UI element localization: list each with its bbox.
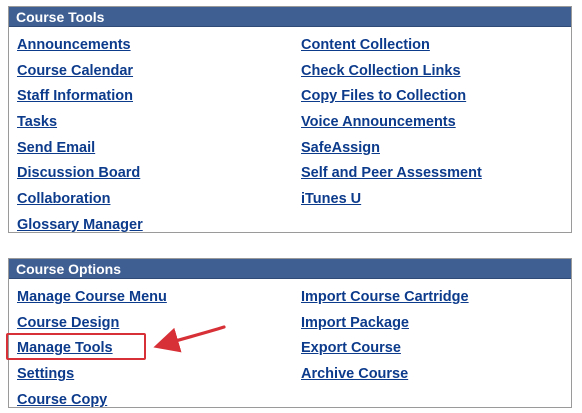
manage-tools-link[interactable]: Manage Tools	[17, 336, 167, 362]
manage-course-menu-link[interactable]: Manage Course Menu	[17, 285, 167, 311]
glossary-manager-link[interactable]: Glossary Manager	[17, 213, 143, 239]
course-copy-link[interactable]: Course Copy	[17, 388, 167, 413]
voice-announcements-link[interactable]: Voice Announcements	[301, 110, 482, 136]
check-collection-links-link[interactable]: Check Collection Links	[301, 59, 482, 85]
collaboration-link[interactable]: Collaboration	[17, 187, 143, 213]
content-collection-link[interactable]: Content Collection	[301, 33, 482, 59]
import-package-link[interactable]: Import Package	[301, 311, 469, 337]
itunes-u-link[interactable]: iTunes U	[301, 187, 482, 213]
course-tools-panel: Course Tools Announcements Course Calend…	[8, 6, 572, 233]
course-options-panel: Course Options Manage Course Menu Course…	[8, 258, 572, 408]
course-tools-left-column: Announcements Course Calendar Staff Info…	[17, 33, 143, 239]
course-options-right-column: Import Course Cartridge Import Package E…	[301, 285, 469, 388]
tasks-link[interactable]: Tasks	[17, 110, 143, 136]
course-options-links: Manage Course Menu Course Design Manage …	[9, 279, 571, 408]
archive-course-link[interactable]: Archive Course	[301, 362, 469, 388]
course-tools-links: Announcements Course Calendar Staff Info…	[9, 27, 571, 233]
announcements-link[interactable]: Announcements	[17, 33, 143, 59]
import-course-cartridge-link[interactable]: Import Course Cartridge	[301, 285, 469, 311]
course-design-link[interactable]: Course Design	[17, 311, 167, 337]
export-course-link[interactable]: Export Course	[301, 336, 469, 362]
settings-link[interactable]: Settings	[17, 362, 167, 388]
send-email-link[interactable]: Send Email	[17, 136, 143, 162]
discussion-board-link[interactable]: Discussion Board	[17, 161, 143, 187]
self-and-peer-assessment-link[interactable]: Self and Peer Assessment	[301, 161, 482, 187]
course-options-left-column: Manage Course Menu Course Design Manage …	[17, 285, 167, 413]
course-tools-header: Course Tools	[9, 7, 571, 27]
course-options-header: Course Options	[9, 259, 571, 279]
course-calendar-link[interactable]: Course Calendar	[17, 59, 143, 85]
course-tools-right-column: Content Collection Check Collection Link…	[301, 33, 482, 213]
copy-files-to-collection-link[interactable]: Copy Files to Collection	[301, 84, 482, 110]
staff-information-link[interactable]: Staff Information	[17, 84, 143, 110]
safeassign-link[interactable]: SafeAssign	[301, 136, 482, 162]
